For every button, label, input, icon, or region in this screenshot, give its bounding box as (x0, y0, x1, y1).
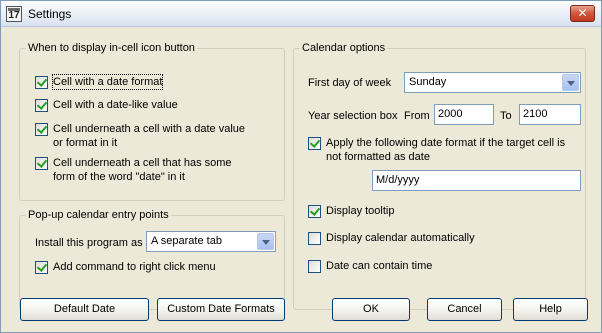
date-format-input[interactable]: M/d/yyyy (372, 170, 581, 191)
settings-window: 17 Settings ✕ When to display in-cell ic… (0, 0, 602, 333)
help-button[interactable]: Help (513, 298, 588, 321)
incell-date-format-label: Cell with a date format (51, 74, 164, 90)
display-auto-option[interactable]: Display calendar automatically (308, 231, 558, 245)
incell-underneath-date-option[interactable]: Cell underneath a cell with a date value… (35, 122, 255, 150)
display-tooltip-checkbox[interactable] (308, 205, 321, 218)
from-label: From (404, 110, 430, 122)
display-auto-checkbox[interactable] (308, 232, 321, 245)
year-box-label: Year selection box (308, 110, 398, 122)
incell-date-format-checkbox[interactable] (35, 76, 48, 89)
incell-date-format-option[interactable]: Cell with a date format (35, 74, 275, 90)
close-button[interactable]: ✕ (570, 5, 595, 22)
custom-date-formats-button[interactable]: Custom Date Formats (157, 298, 285, 321)
incell-word-date-label: Cell underneath a cell that has some for… (53, 157, 232, 183)
chevron-down-icon[interactable] (562, 74, 579, 91)
add-command-checkbox[interactable] (35, 261, 48, 274)
default-date-button[interactable]: Default Date (20, 298, 149, 321)
apply-format-checkbox[interactable] (308, 137, 321, 150)
to-label: To (500, 110, 512, 122)
incell-word-date-checkbox[interactable] (35, 157, 48, 170)
display-tooltip-option[interactable]: Display tooltip (308, 204, 558, 218)
ok-button[interactable]: OK (332, 298, 410, 321)
incell-date-like-checkbox[interactable] (35, 99, 48, 112)
display-tooltip-label: Display tooltip (326, 205, 395, 217)
date-time-checkbox[interactable] (308, 260, 321, 273)
popup-group-legend: Pop-up calendar entry points (28, 209, 169, 221)
chevron-down-icon[interactable] (257, 233, 274, 250)
title-bar[interactable]: 17 Settings ✕ (1, 1, 601, 27)
incell-underneath-date-label: Cell underneath a cell with a date value… (53, 123, 246, 149)
date-time-option[interactable]: Date can contain time (308, 259, 558, 273)
first-day-select[interactable]: Sunday (404, 72, 581, 93)
dialog-body: When to display in-cell icon button Cell… (1, 28, 601, 332)
install-select-value: A separate tab (151, 235, 222, 247)
from-year-input[interactable]: 2000 (434, 104, 494, 125)
incell-date-like-label: Cell with a date-like value (53, 99, 178, 111)
add-command-label: Add command to right click menu (53, 261, 216, 273)
cancel-button[interactable]: Cancel (427, 298, 502, 321)
incell-date-like-option[interactable]: Cell with a date-like value (35, 98, 275, 112)
date-time-label: Date can contain time (326, 260, 433, 272)
first-day-label: First day of week (308, 77, 392, 89)
window-title: Settings (28, 7, 72, 21)
incell-word-date-option[interactable]: Cell underneath a cell that has some for… (35, 156, 255, 184)
close-icon: ✕ (577, 6, 588, 20)
install-label: Install this program as (35, 237, 143, 249)
calendar-group-legend: Calendar options (302, 42, 386, 54)
incell-group-legend: When to display in-cell icon button (28, 42, 195, 54)
incell-underneath-date-checkbox[interactable] (35, 123, 48, 136)
add-command-option[interactable]: Add command to right click menu (35, 260, 275, 274)
calendar-app-icon: 17 (6, 6, 22, 22)
first-day-select-value: Sunday (409, 76, 447, 88)
to-year-input[interactable]: 2100 (519, 104, 581, 125)
display-auto-label: Display calendar automatically (326, 232, 475, 244)
apply-format-option[interactable]: Apply the following date format if the t… (308, 136, 578, 164)
apply-format-label: Apply the following date format if the t… (326, 137, 566, 163)
install-select[interactable]: A separate tab (146, 231, 276, 252)
